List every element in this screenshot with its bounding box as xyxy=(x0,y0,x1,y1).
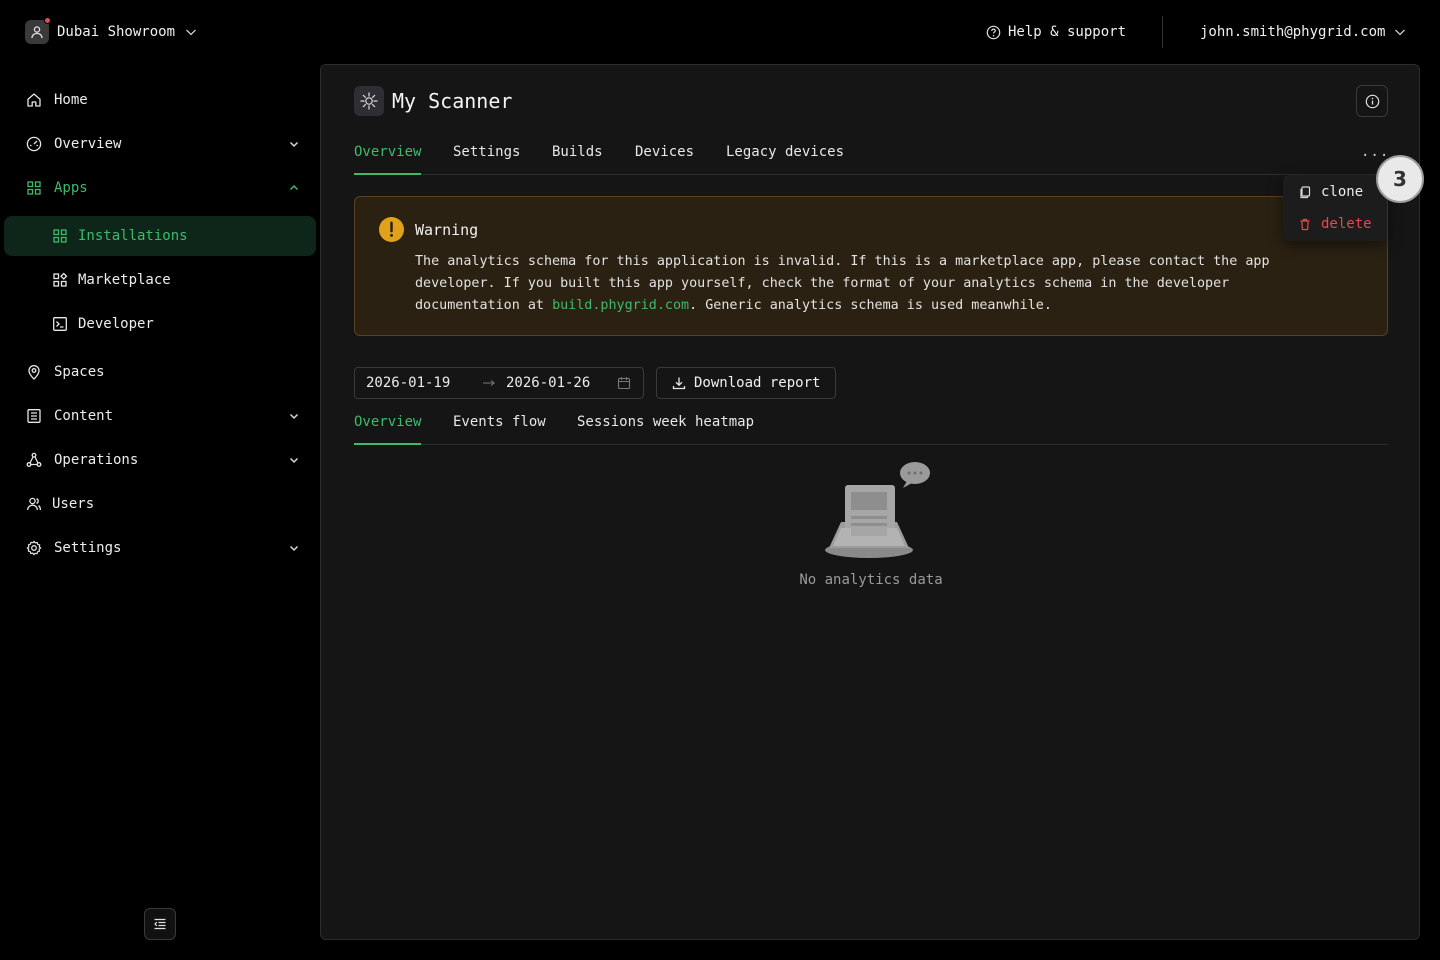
menu-item-label: delete xyxy=(1321,216,1372,232)
sidebar-item-overview[interactable]: Overview xyxy=(4,124,316,164)
chevron-down-icon xyxy=(186,29,196,36)
tab-legacy-devices[interactable]: Legacy devices xyxy=(726,144,844,175)
sidebar-item-apps[interactable]: Apps xyxy=(4,168,316,208)
info-button[interactable] xyxy=(1356,85,1388,117)
warning-title: Warning xyxy=(415,221,479,239)
chevron-down-icon xyxy=(289,545,299,552)
chevron-up-icon xyxy=(289,184,299,191)
analytics-tabs: Overview Events flow Sessions week heatm… xyxy=(354,405,1388,445)
chevron-down-icon xyxy=(1395,29,1406,36)
date-range-picker[interactable]: 2026-01-19 2026-01-26 xyxy=(354,367,644,399)
end-date[interactable]: 2026-01-26 xyxy=(506,375,590,391)
sidebar-item-settings[interactable]: Settings xyxy=(4,528,316,568)
menu-item-delete[interactable]: delete xyxy=(1283,209,1387,239)
sidebar-item-users[interactable]: Users xyxy=(4,484,316,524)
calendar-icon xyxy=(617,377,631,390)
sidebar-item-label: Operations xyxy=(54,452,139,468)
dashboard-icon xyxy=(26,136,42,152)
sidebar-item-label: Home xyxy=(54,92,88,108)
tab-events-flow[interactable]: Events flow xyxy=(453,414,546,445)
download-icon xyxy=(672,377,686,390)
help-support-label: Help & support xyxy=(1008,24,1127,40)
sidebar-item-operations[interactable]: Operations xyxy=(4,440,316,480)
sidebar-item-label: Marketplace xyxy=(78,272,171,288)
org-avatar xyxy=(25,17,51,44)
empty-inbox-icon xyxy=(825,462,930,558)
sidebar-item-content[interactable]: Content xyxy=(4,396,316,436)
tab-devices[interactable]: Devices xyxy=(635,144,694,175)
help-support-link[interactable]: Help & support xyxy=(986,24,1126,40)
warning-text-end: . Generic analytics schema is used meanw… xyxy=(689,298,1052,313)
topbar-divider xyxy=(1162,16,1163,48)
step-badge: 3 xyxy=(1376,155,1424,203)
nodes-icon xyxy=(26,452,42,467)
main-panel: My Scanner Overview Settings Builds Devi… xyxy=(320,64,1420,940)
tab-overview[interactable]: Overview xyxy=(354,144,422,175)
sidebar-item-label: Developer xyxy=(78,316,154,332)
chevron-down-icon xyxy=(289,413,299,420)
gear-icon xyxy=(26,540,42,556)
page-title: My Scanner xyxy=(392,89,513,113)
download-report-button[interactable]: Download report xyxy=(656,367,836,399)
sidebar-item-label: Settings xyxy=(54,540,122,556)
user-icon xyxy=(31,26,43,39)
warning-alert: Warning The analytics schema for this ap… xyxy=(354,196,1388,336)
download-report-label: Download report xyxy=(694,375,821,391)
more-actions-button[interactable]: ... xyxy=(1361,144,1389,160)
user-email: john.smith@phygrid.com xyxy=(1200,24,1386,40)
tab-settings[interactable]: Settings xyxy=(453,144,520,175)
start-date[interactable]: 2026-01-19 xyxy=(366,375,450,391)
trash-icon xyxy=(1300,218,1310,231)
users-icon xyxy=(27,497,42,511)
sidebar-item-label: Content xyxy=(54,408,114,424)
sidebar-item-label: Apps xyxy=(54,180,88,196)
apps-grid-icon xyxy=(27,181,41,195)
location-pin-icon xyxy=(28,365,40,380)
user-menu[interactable]: john.smith@phygrid.com xyxy=(1200,24,1406,40)
sidebar-item-home[interactable]: Home xyxy=(4,80,316,120)
org-name: Dubai Showroom xyxy=(57,24,176,40)
grid-icon xyxy=(53,229,67,243)
help-circle-icon xyxy=(986,25,1001,39)
home-icon xyxy=(27,93,41,107)
menu-item-label: clone xyxy=(1321,184,1364,200)
warning-message: The analytics schema for this applicatio… xyxy=(415,251,1335,317)
copy-icon xyxy=(1300,186,1311,199)
menu-item-clone[interactable]: clone xyxy=(1283,177,1387,207)
app-tabs: Overview Settings Builds Devices Legacy … xyxy=(354,135,1388,175)
sidebar-item-marketplace[interactable]: Marketplace xyxy=(4,260,316,300)
terminal-icon xyxy=(53,317,67,331)
scanner-icon xyxy=(360,92,378,110)
empty-state-text: No analytics data xyxy=(799,572,943,588)
app-header: My Scanner xyxy=(354,86,512,116)
tab-sessions-week-heatmap[interactable]: Sessions week heatmap xyxy=(577,414,754,445)
sidebar-item-label: Overview xyxy=(54,136,122,152)
content-list-icon xyxy=(27,409,41,423)
sidebar-item-installations[interactable]: Installations xyxy=(4,216,316,256)
tab-analytics-overview[interactable]: Overview xyxy=(354,414,422,445)
chevron-down-icon xyxy=(289,141,299,148)
warning-icon xyxy=(379,217,404,242)
collapse-sidebar-button[interactable] xyxy=(144,908,176,940)
sidebar-item-label: Installations xyxy=(78,228,188,244)
arrow-right-icon xyxy=(483,380,495,386)
top-bar: Dubai Showroom Help & support john.smith… xyxy=(0,0,1440,64)
scanner-app-icon xyxy=(354,86,384,116)
marketplace-icon xyxy=(53,272,68,287)
sidebar-item-spaces[interactable]: Spaces xyxy=(4,352,316,392)
docs-link[interactable]: build.phygrid.com xyxy=(552,298,689,313)
info-icon xyxy=(1365,94,1379,108)
sidebar-item-developer[interactable]: Developer xyxy=(4,304,316,344)
collapse-menu-icon xyxy=(154,918,166,930)
chevron-down-icon xyxy=(289,457,299,464)
tab-builds[interactable]: Builds xyxy=(552,144,603,175)
notification-dot xyxy=(44,17,51,24)
sidebar-item-label: Users xyxy=(52,496,95,512)
sidebar-item-label: Spaces xyxy=(54,364,105,380)
more-actions-menu: clone delete xyxy=(1283,175,1387,241)
org-switcher[interactable]: Dubai Showroom xyxy=(25,17,197,44)
